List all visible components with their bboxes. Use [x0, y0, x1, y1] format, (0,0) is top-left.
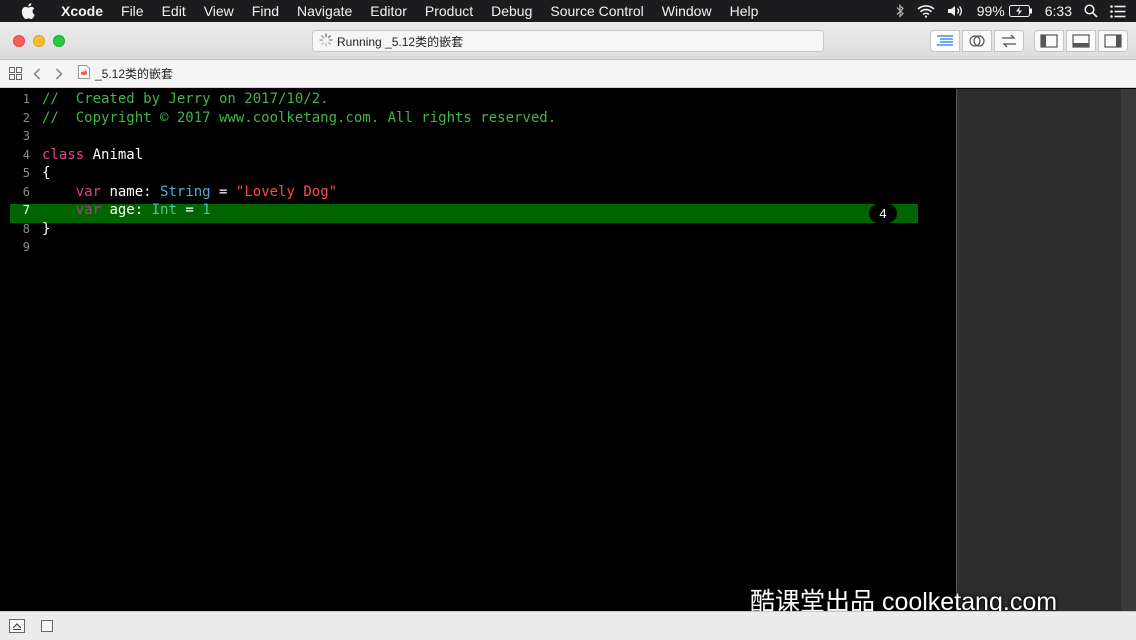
close-window-button[interactable]	[13, 35, 25, 47]
related-items-icon[interactable]	[4, 60, 26, 88]
assistant-editor-button[interactable]	[962, 30, 992, 52]
keyword: var	[75, 183, 102, 200]
spotlight-icon[interactable]	[1084, 4, 1098, 18]
code-line-current: 7 var age: Int = 1	[0, 201, 956, 220]
activity-viewer: Running _5.12类的嵌套	[312, 30, 824, 52]
type-name: Int	[151, 202, 177, 219]
menu-view[interactable]: View	[195, 0, 243, 22]
window-toolbar: Running _5.12类的嵌套	[0, 22, 1136, 60]
code-line: 9	[0, 238, 956, 257]
brace: }	[42, 220, 51, 237]
toggle-utilities-button[interactable]	[1098, 30, 1128, 52]
code-line: 3	[0, 127, 956, 146]
clock[interactable]: 6:33	[1045, 3, 1072, 19]
menu-edit[interactable]: Edit	[153, 0, 195, 22]
source-editor[interactable]: 1 // Created by Jerry on 2017/10/2. 2 //…	[0, 89, 956, 611]
menu-bar: Xcode File Edit View Find Navigate Edito…	[0, 0, 1136, 22]
operator: =	[210, 183, 236, 200]
identifier: name:	[101, 183, 161, 200]
line-number: 8	[22, 221, 30, 236]
forward-arrow-icon[interactable]	[48, 60, 70, 88]
comment-text: // Copyright © 2017 www.coolketang.com. …	[42, 109, 557, 126]
utility-area	[956, 89, 1136, 611]
show-debug-area-icon[interactable]	[9, 619, 25, 633]
menu-editor[interactable]: Editor	[361, 0, 416, 22]
utility-scrollbar[interactable]	[1121, 89, 1136, 611]
menu-find[interactable]: Find	[243, 0, 288, 22]
breakpoints-toggle-icon[interactable]	[41, 620, 53, 632]
bluetooth-icon[interactable]	[895, 4, 905, 18]
operator: =	[176, 202, 203, 219]
type-name: String	[160, 183, 211, 200]
battery-icon[interactable]	[1008, 5, 1033, 17]
keyword: var	[75, 202, 102, 219]
line-number: 9	[22, 240, 30, 255]
wifi-icon[interactable]	[917, 4, 935, 18]
code-line: 4 class Animal	[0, 146, 956, 165]
line-number: 6	[22, 184, 30, 199]
line-number: 3	[22, 129, 30, 144]
back-arrow-icon[interactable]	[26, 60, 48, 88]
line-number: 1	[22, 92, 30, 107]
menu-window[interactable]: Window	[653, 0, 721, 22]
activity-status-text: Running _5.12类的嵌套	[337, 34, 464, 49]
line-number: 5	[22, 166, 30, 181]
status-area: 99% 6:33	[895, 0, 1126, 22]
spinner-icon	[319, 32, 333, 50]
toggle-debug-area-button[interactable]	[1066, 30, 1096, 52]
apple-menu-icon[interactable]	[18, 0, 38, 22]
menu-help[interactable]: Help	[721, 0, 768, 22]
zoom-window-button[interactable]	[53, 35, 65, 47]
toggle-navigator-button[interactable]	[1034, 30, 1064, 52]
string-literal: "Lovely Dog"	[235, 183, 338, 200]
code-line: 1 // Created by Jerry on 2017/10/2.	[0, 90, 956, 109]
line-number: 2	[22, 110, 30, 125]
code-line: 5 {	[0, 164, 956, 183]
standard-editor-button[interactable]	[930, 30, 960, 52]
keyword: class	[42, 146, 85, 163]
notification-center-icon[interactable]	[1110, 4, 1126, 18]
menu-product[interactable]: Product	[416, 0, 482, 22]
jump-bar-filename: _5.12类的嵌套	[95, 67, 174, 81]
code-line: 6 var name: String = "Lovely Dog"	[0, 183, 956, 202]
comment-text: // Created by Jerry on 2017/10/2.	[42, 91, 329, 108]
menu-source-control[interactable]: Source Control	[541, 0, 652, 22]
brace: {	[42, 165, 51, 182]
jump-bar: _5.12类的嵌套	[0, 60, 1136, 88]
class-name: Animal	[84, 146, 144, 163]
number-literal: 1	[202, 202, 211, 219]
menu-navigate[interactable]: Navigate	[288, 0, 361, 22]
menu-file[interactable]: File	[112, 0, 153, 22]
swift-file-icon	[78, 65, 90, 82]
result-count-badge[interactable]: 4	[869, 204, 897, 223]
minimize-window-button[interactable]	[33, 35, 45, 47]
identifier: age:	[101, 202, 152, 219]
battery-percent: 99%	[976, 3, 1005, 19]
code-line: 2 // Copyright © 2017 www.coolketang.com…	[0, 109, 956, 128]
menu-xcode[interactable]: Xcode	[52, 0, 112, 22]
menu-debug[interactable]: Debug	[482, 0, 541, 22]
line-number: 4	[22, 147, 30, 162]
line-number: 7	[22, 203, 30, 218]
jump-bar-file[interactable]: _5.12类的嵌套	[78, 65, 173, 82]
bottom-bar	[0, 611, 1136, 640]
version-editor-button[interactable]	[994, 30, 1024, 52]
volume-icon[interactable]	[947, 4, 965, 18]
code-line: 8 }	[0, 220, 956, 239]
